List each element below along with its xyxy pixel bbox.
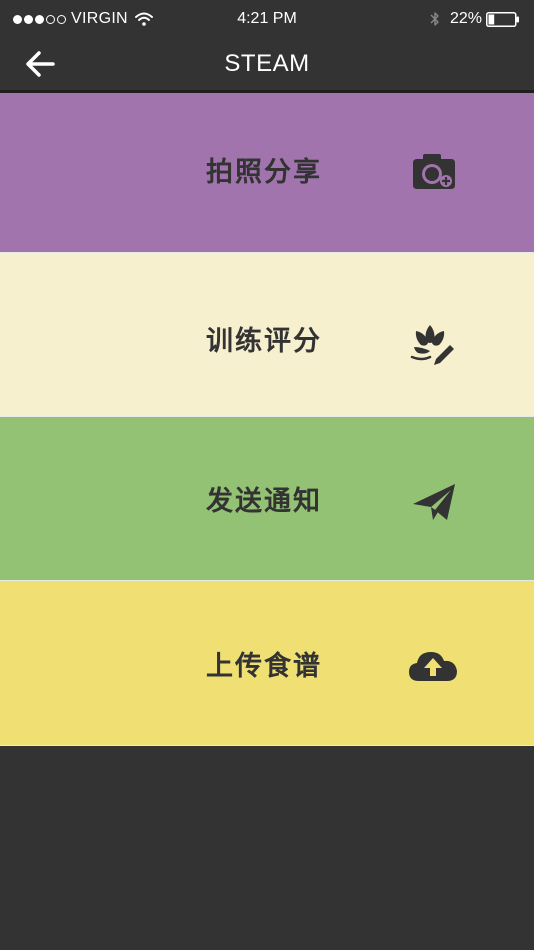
menu-item-upload-recipe[interactable]: 上传食谱 [0,581,534,746]
menu-item-label: 发送通知 [206,486,322,517]
menu-list: 拍照分享 训练评分 发送通知 上传食谱 [0,93,534,746]
battery-percent: 22% [449,10,482,27]
flower-pencil-icon [410,323,456,365]
nav-bar: STEAM [0,38,534,93]
menu-item-photo-share[interactable]: 拍照分享 [0,93,534,253]
page-title: STEAM [224,50,310,77]
menu-item-label: 训练评分 [206,326,322,357]
status-bar: VIRGIN 4:21 PM 22% [0,0,534,38]
status-right: 22% [430,9,520,29]
menu-item-training-score[interactable]: 训练评分 [0,253,534,417]
paper-plane-icon [411,482,457,522]
menu-item-send-notification[interactable]: 发送通知 [0,417,534,581]
menu-item-label: 上传食谱 [206,651,322,682]
bluetooth-icon [430,12,439,26]
camera-add-icon [411,153,457,191]
menu-item-label: 拍照分享 [206,157,322,188]
cloud-upload-icon [407,647,459,683]
battery-icon [486,11,519,27]
